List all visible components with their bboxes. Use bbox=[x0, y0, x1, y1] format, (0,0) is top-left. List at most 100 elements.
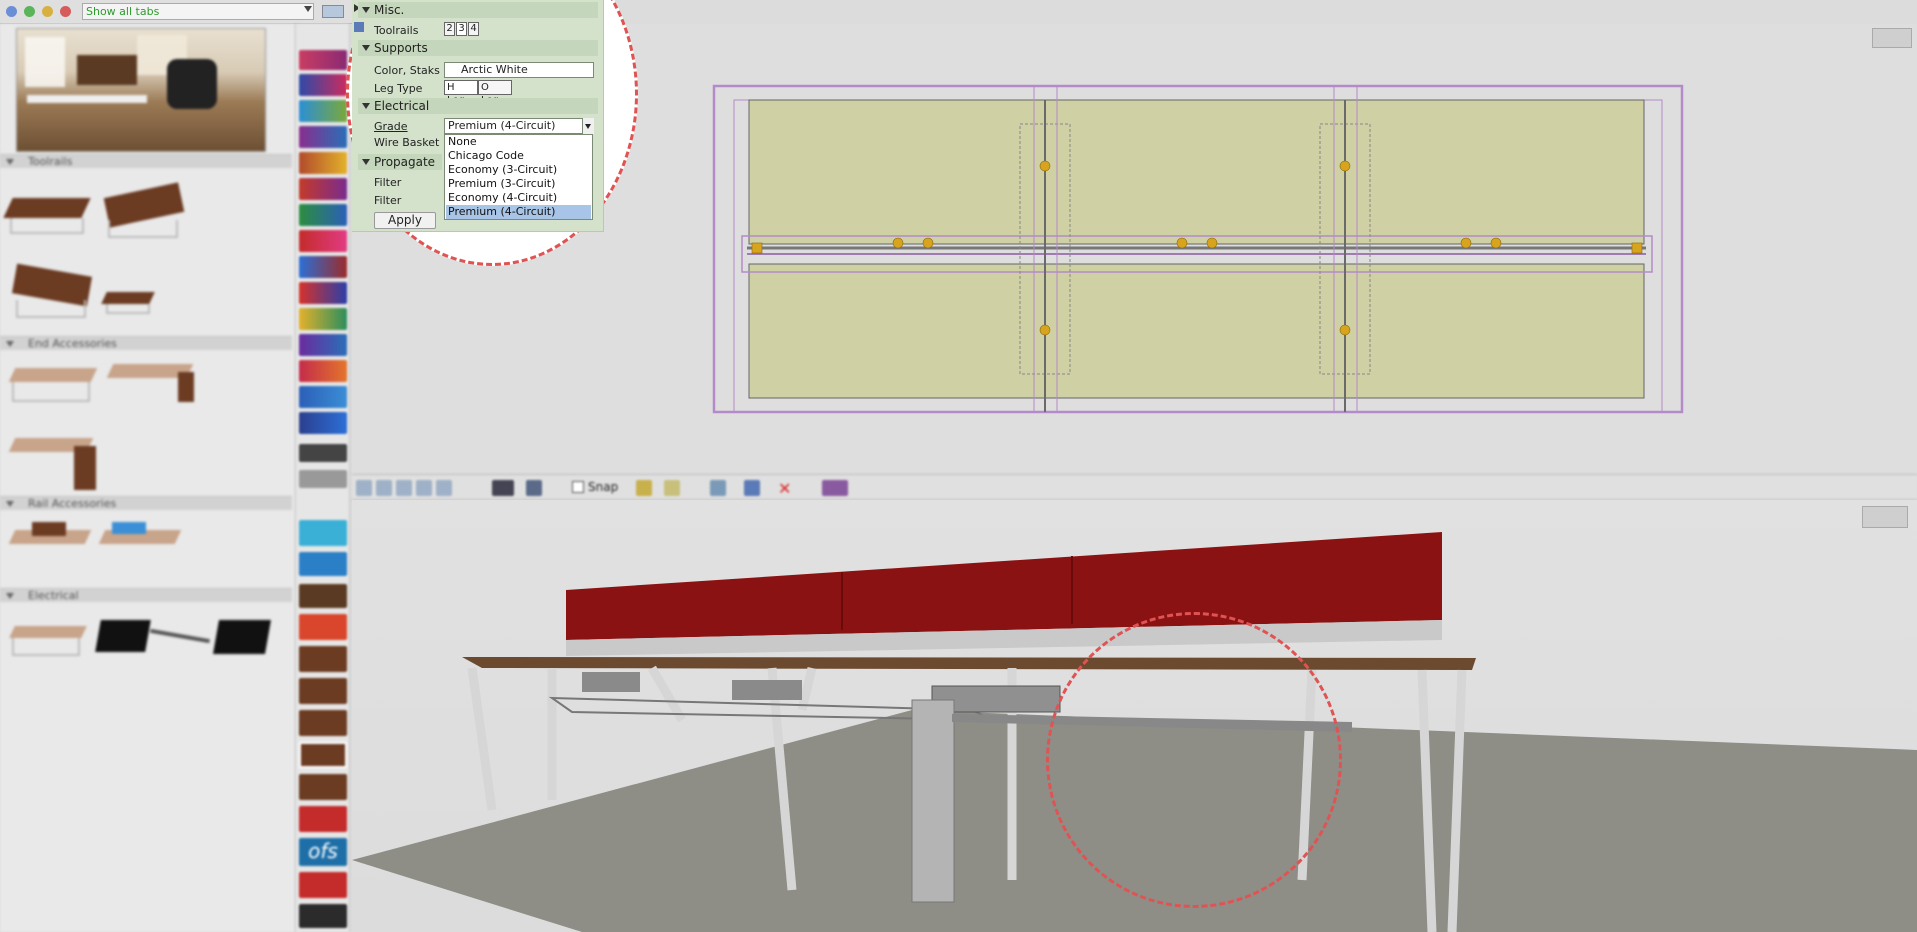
nav-forward-icon[interactable] bbox=[24, 6, 35, 17]
brand-icon-18[interactable] bbox=[299, 520, 347, 546]
grade-option-none[interactable]: None bbox=[446, 135, 591, 149]
toolrail-option-2[interactable]: 2 bbox=[444, 22, 455, 36]
brand-icon-9[interactable] bbox=[299, 256, 347, 278]
electrical-section-header[interactable]: Electrical bbox=[358, 98, 598, 114]
rail-accessory-thumb-1[interactable] bbox=[8, 518, 92, 572]
brand-icon-12[interactable] bbox=[299, 334, 347, 356]
toolrail-single-thumb[interactable] bbox=[101, 286, 156, 316]
zoom-window-icon[interactable] bbox=[416, 480, 432, 496]
help-icon[interactable] bbox=[822, 480, 848, 496]
zoom-highlight-circle bbox=[1046, 612, 1342, 908]
brand-icon-ofs[interactable]: ofs bbox=[299, 838, 347, 866]
chevron-down-icon[interactable] bbox=[304, 6, 312, 12]
move-tool-icon[interactable] bbox=[664, 480, 680, 496]
electrical-thumb-1[interactable] bbox=[8, 614, 88, 664]
misc-section-header[interactable]: Misc. bbox=[358, 2, 598, 18]
brand-icon-19[interactable] bbox=[299, 552, 347, 576]
grade-dropdown-list: None Chicago Code Economy (3-Circuit) Pr… bbox=[444, 134, 593, 220]
brand-icon-29[interactable] bbox=[299, 872, 347, 898]
show-all-tabs-dropdown[interactable]: Show all tabs bbox=[82, 3, 314, 20]
end-accessory-thumb-1[interactable] bbox=[8, 362, 98, 412]
brand-icon-16[interactable] bbox=[299, 444, 347, 462]
brand-icon-21[interactable] bbox=[299, 614, 347, 640]
end-accessory-thumb-2[interactable] bbox=[106, 358, 196, 418]
filter-label-2: Filter bbox=[374, 194, 402, 207]
zoom-previous-icon[interactable] bbox=[436, 480, 452, 496]
propagate-section-header[interactable]: Propagate bbox=[358, 154, 442, 170]
rotate-tool-icon[interactable] bbox=[710, 480, 726, 496]
color-staks-field[interactable]: Arctic White bbox=[444, 62, 594, 78]
leg-option-o[interactable]: O Leg bbox=[478, 80, 512, 106]
zoom-out-icon[interactable] bbox=[376, 480, 392, 496]
chevron-down-icon[interactable] bbox=[585, 124, 591, 129]
plan-view-controls-icon[interactable] bbox=[1872, 28, 1912, 48]
brand-icon-2[interactable] bbox=[299, 74, 347, 96]
section-end-accessories-header[interactable]: End Accessories bbox=[0, 336, 292, 350]
grade-option-premium-3[interactable]: Premium (3-Circuit) bbox=[446, 177, 591, 191]
toolrail-y-cluster-thumb[interactable] bbox=[8, 256, 96, 320]
brand-icon-17[interactable] bbox=[299, 470, 347, 488]
apply-button[interactable]: Apply bbox=[374, 212, 436, 229]
power-module-thumb[interactable] bbox=[95, 620, 151, 652]
grade-option-economy-3[interactable]: Economy (3-Circuit) bbox=[446, 163, 591, 177]
office-photo-thumbnail[interactable] bbox=[16, 28, 266, 152]
snap-checkbox[interactable] bbox=[572, 481, 584, 493]
select-tool-icon[interactable] bbox=[636, 480, 652, 496]
filter-label-1: Filter bbox=[374, 176, 402, 189]
power-cord-thumb[interactable] bbox=[150, 628, 210, 644]
brand-icon-30[interactable] bbox=[299, 904, 347, 928]
brand-icon-24[interactable] bbox=[299, 710, 347, 736]
leg-option-h[interactable]: H Leg bbox=[444, 80, 478, 106]
camera-settings-icon[interactable] bbox=[1862, 506, 1908, 528]
toolrail-option-3[interactable]: 3 bbox=[456, 22, 467, 36]
brand-icon-8[interactable] bbox=[299, 230, 347, 252]
favorite-icon[interactable] bbox=[42, 6, 53, 17]
power-base-thumb[interactable] bbox=[213, 620, 271, 654]
grade-option-premium-4[interactable]: Premium (4-Circuit) bbox=[446, 205, 591, 219]
brand-icon-23[interactable] bbox=[299, 678, 347, 704]
brand-icon-11[interactable] bbox=[299, 308, 347, 330]
catalog-panel: Toolrails End Accessories Rail Accessori… bbox=[0, 24, 296, 932]
section-rail-accessories-header[interactable]: Rail Accessories bbox=[0, 496, 292, 510]
toolrail-cluster-thumb[interactable] bbox=[98, 174, 190, 242]
delete-icon[interactable]: ✕ bbox=[778, 479, 791, 498]
view-toggle-icon[interactable] bbox=[322, 5, 344, 18]
zoom-extents-icon[interactable] bbox=[396, 480, 412, 496]
section-electrical-header[interactable]: Electrical bbox=[0, 588, 292, 602]
brand-icon-15[interactable] bbox=[299, 412, 347, 434]
toolrail-option-4[interactable]: 4 bbox=[468, 22, 479, 36]
brand-icon-4[interactable] bbox=[299, 126, 347, 148]
brand-icon-3[interactable] bbox=[299, 100, 347, 122]
brand-icon-26[interactable] bbox=[299, 774, 347, 800]
pin-icon[interactable] bbox=[354, 22, 364, 32]
brand-icon-27[interactable] bbox=[299, 806, 347, 832]
leg-type-label: Leg Type bbox=[374, 82, 423, 95]
section-toolrails-header[interactable]: Toolrails bbox=[0, 154, 292, 168]
supports-section-header[interactable]: Supports bbox=[358, 40, 598, 56]
camera-icon[interactable] bbox=[492, 480, 514, 496]
brand-icon-7[interactable] bbox=[299, 204, 347, 226]
nav-back-icon[interactable] bbox=[6, 6, 17, 17]
toolrail-product-thumb[interactable] bbox=[3, 184, 91, 242]
rail-accessory-thumb-2[interactable] bbox=[98, 518, 182, 572]
grade-label: Grade bbox=[374, 120, 408, 133]
brand-icon-14[interactable] bbox=[299, 386, 347, 408]
end-accessory-thumb-3[interactable] bbox=[8, 424, 98, 494]
brand-icon-22[interactable] bbox=[299, 646, 347, 672]
brand-icon-10[interactable] bbox=[299, 282, 347, 304]
zoom-in-icon[interactable] bbox=[356, 480, 372, 496]
grade-option-economy-4[interactable]: Economy (4-Circuit) bbox=[446, 191, 591, 205]
grade-select[interactable]: Premium (4-Circuit) bbox=[444, 118, 594, 134]
close-tab-icon[interactable] bbox=[60, 6, 71, 17]
snap-label: Snap bbox=[588, 480, 619, 494]
brand-icon-13[interactable] bbox=[299, 360, 347, 382]
perspective-view[interactable] bbox=[352, 500, 1917, 932]
align-tool-icon[interactable] bbox=[744, 480, 760, 496]
brand-icon-25[interactable] bbox=[299, 742, 347, 768]
grade-option-chicago[interactable]: Chicago Code bbox=[446, 149, 591, 163]
render-icon[interactable] bbox=[526, 480, 542, 496]
brand-icon-20[interactable] bbox=[299, 584, 347, 608]
brand-icon-5[interactable] bbox=[299, 152, 347, 174]
brand-icon-1[interactable] bbox=[299, 50, 347, 70]
brand-icon-6[interactable] bbox=[299, 178, 347, 200]
